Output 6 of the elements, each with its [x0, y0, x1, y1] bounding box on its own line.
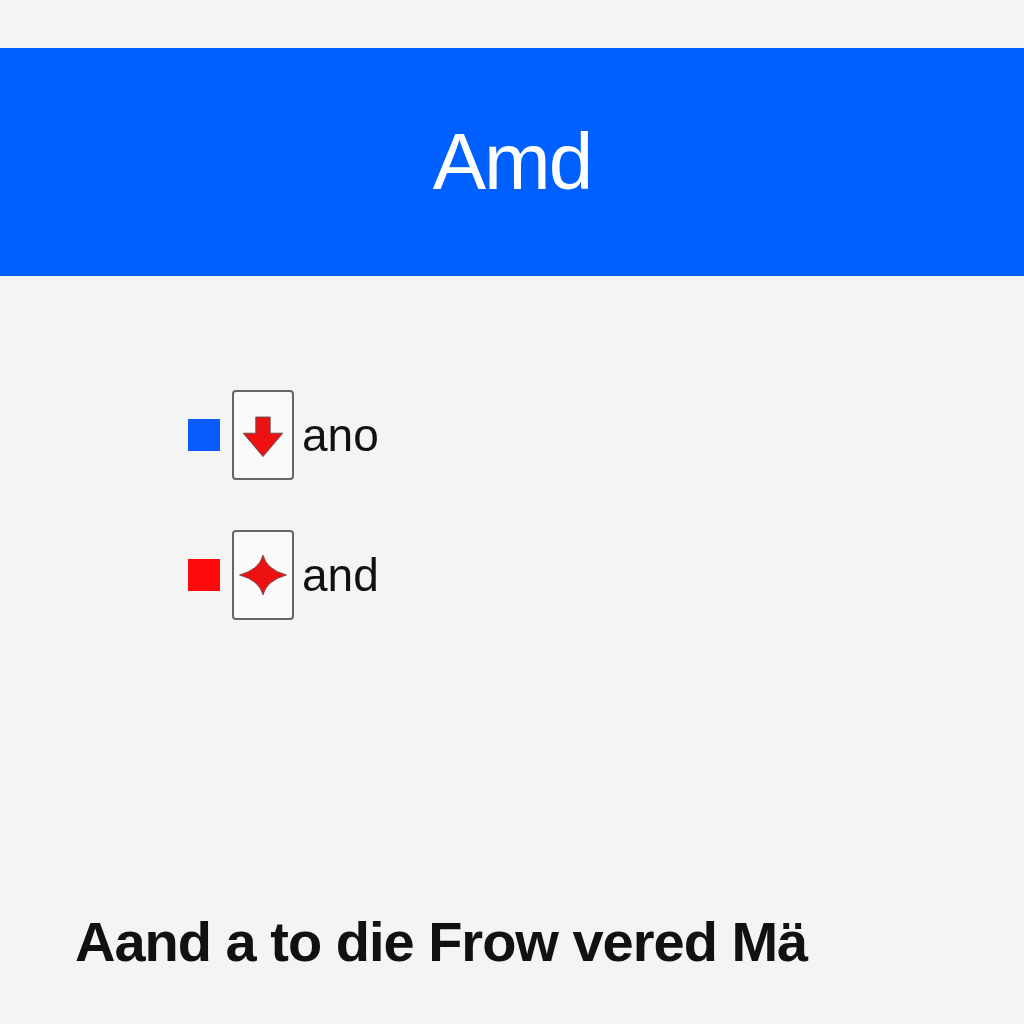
- caption-text: Aand a to die Frow vered Mä: [74, 909, 810, 974]
- header-title: Amd: [432, 116, 592, 208]
- item-label: and: [302, 548, 379, 602]
- icon-card[interactable]: [232, 530, 294, 620]
- icon-card[interactable]: [232, 390, 294, 480]
- item-label: ano: [302, 408, 379, 462]
